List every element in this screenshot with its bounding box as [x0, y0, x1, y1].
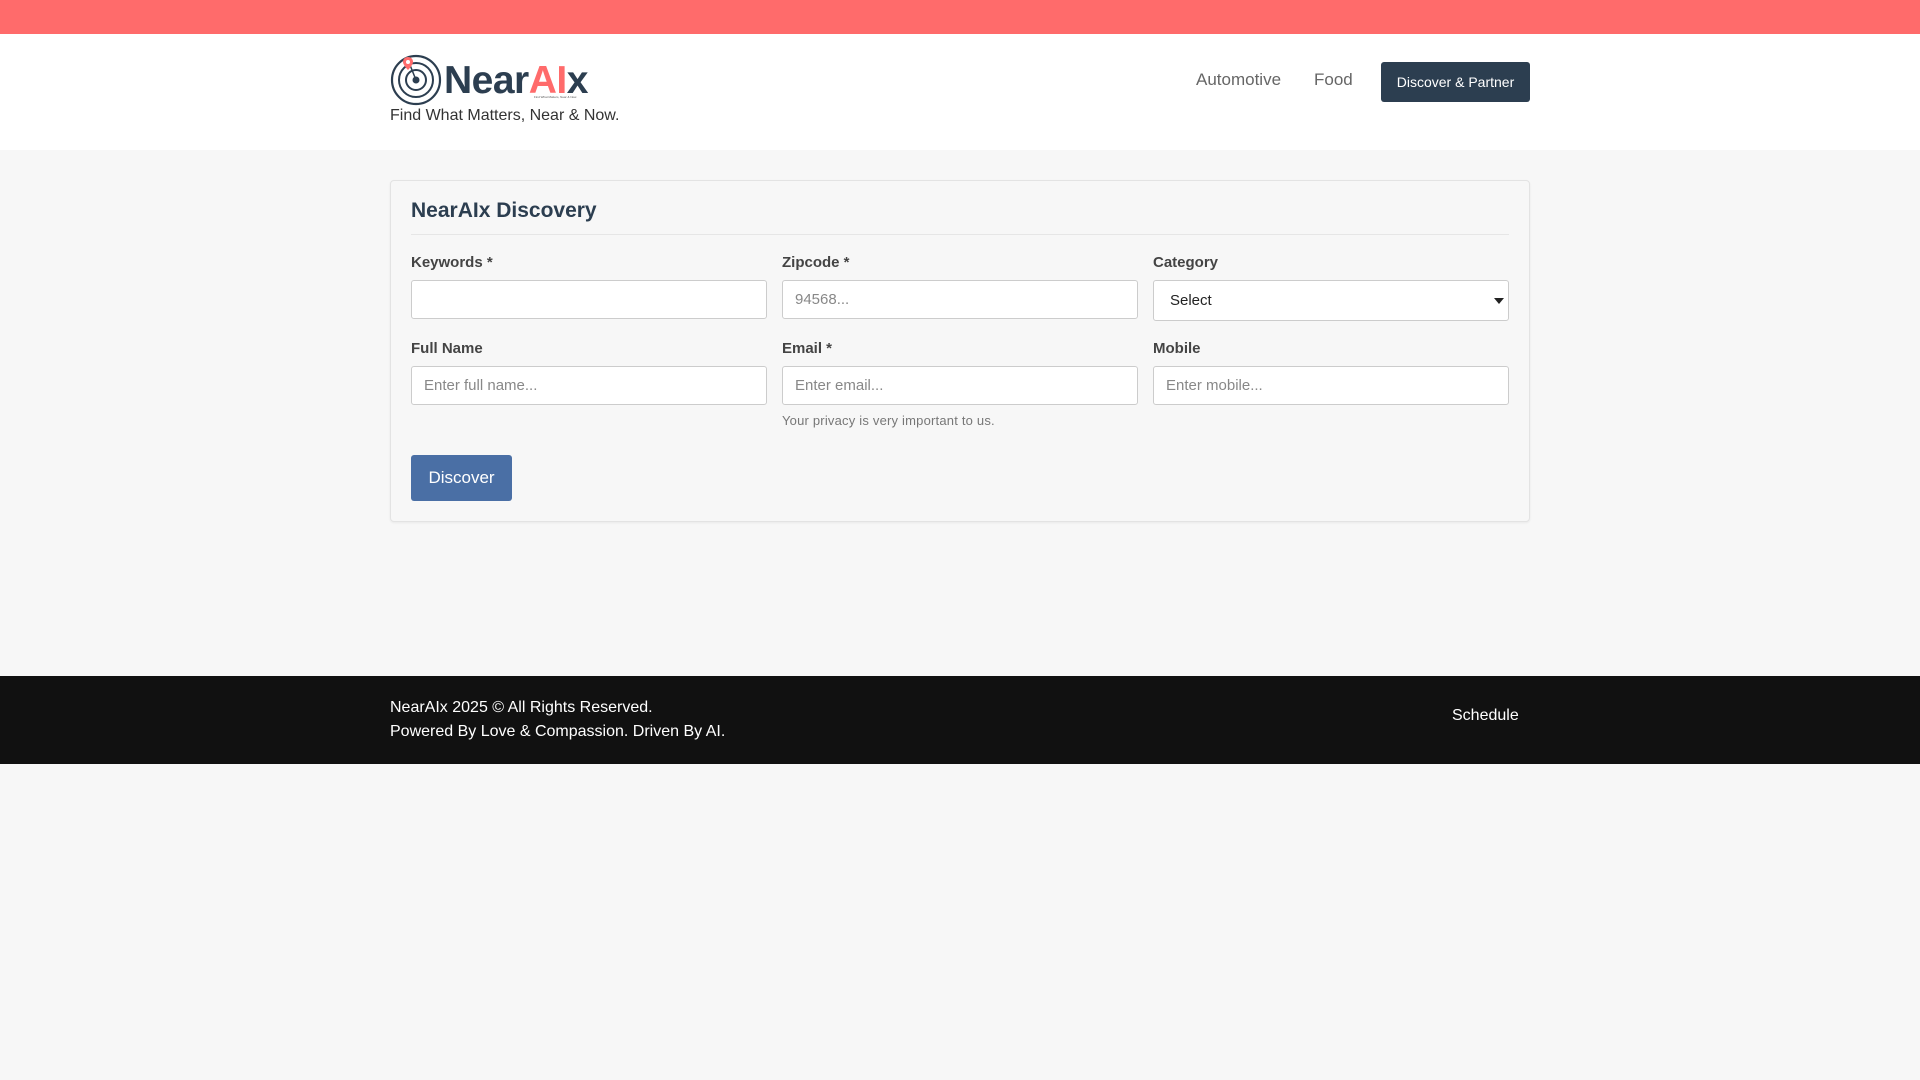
- logo-text-near: Near: [444, 58, 529, 102]
- mobile-input[interactable]: [1153, 366, 1509, 405]
- footer-schedule-link[interactable]: Schedule: [1452, 707, 1519, 725]
- email-label: Email *: [782, 340, 833, 357]
- site-footer: NearAIx 2025 © All Rights Reserved. Powe…: [0, 676, 1920, 764]
- category-selected-value: Select: [1170, 292, 1212, 309]
- mobile-label: Mobile: [1153, 340, 1201, 357]
- radar-target-icon: [390, 54, 442, 106]
- discover-partner-button[interactable]: Discover & Partner: [1381, 62, 1530, 102]
- form-title: NearAIx Discovery: [411, 199, 597, 222]
- site-header: [0, 34, 1920, 150]
- zipcode-input[interactable]: [782, 280, 1138, 319]
- footer-copyright: NearAIx 2025 © All Rights Reserved.: [390, 699, 653, 716]
- top-accent-bar: [0, 0, 1920, 34]
- footer-powered-by: Powered By Love & Compassion. Driven By …: [390, 723, 726, 740]
- category-label: Category: [1153, 254, 1219, 271]
- full-name-label: Full Name: [411, 340, 483, 357]
- full-name-input[interactable]: [411, 366, 767, 405]
- logo-subtext: Find What Matters, Near & Now.: [534, 95, 578, 99]
- logo-wordmark: NearAIx: [444, 61, 588, 100]
- category-select[interactable]: Select: [1153, 280, 1509, 321]
- email-input[interactable]: [782, 366, 1138, 405]
- zipcode-label: Zipcode *: [782, 254, 850, 271]
- nav-link-food[interactable]: Food: [1314, 70, 1353, 90]
- keywords-label: Keywords *: [411, 254, 493, 271]
- email-privacy-note: Your privacy is very important to us.: [782, 413, 995, 428]
- keywords-input[interactable]: [411, 280, 767, 319]
- site-tagline: Find What Matters, Near & Now.: [390, 107, 620, 124]
- title-divider: [411, 234, 1509, 235]
- discovery-form-card: NearAIx Discovery Keywords * Zipcode * C…: [390, 180, 1530, 522]
- caret-down-icon: [1494, 298, 1504, 304]
- discover-submit-button[interactable]: Discover: [411, 455, 512, 501]
- nav-link-automotive[interactable]: Automotive: [1196, 70, 1281, 90]
